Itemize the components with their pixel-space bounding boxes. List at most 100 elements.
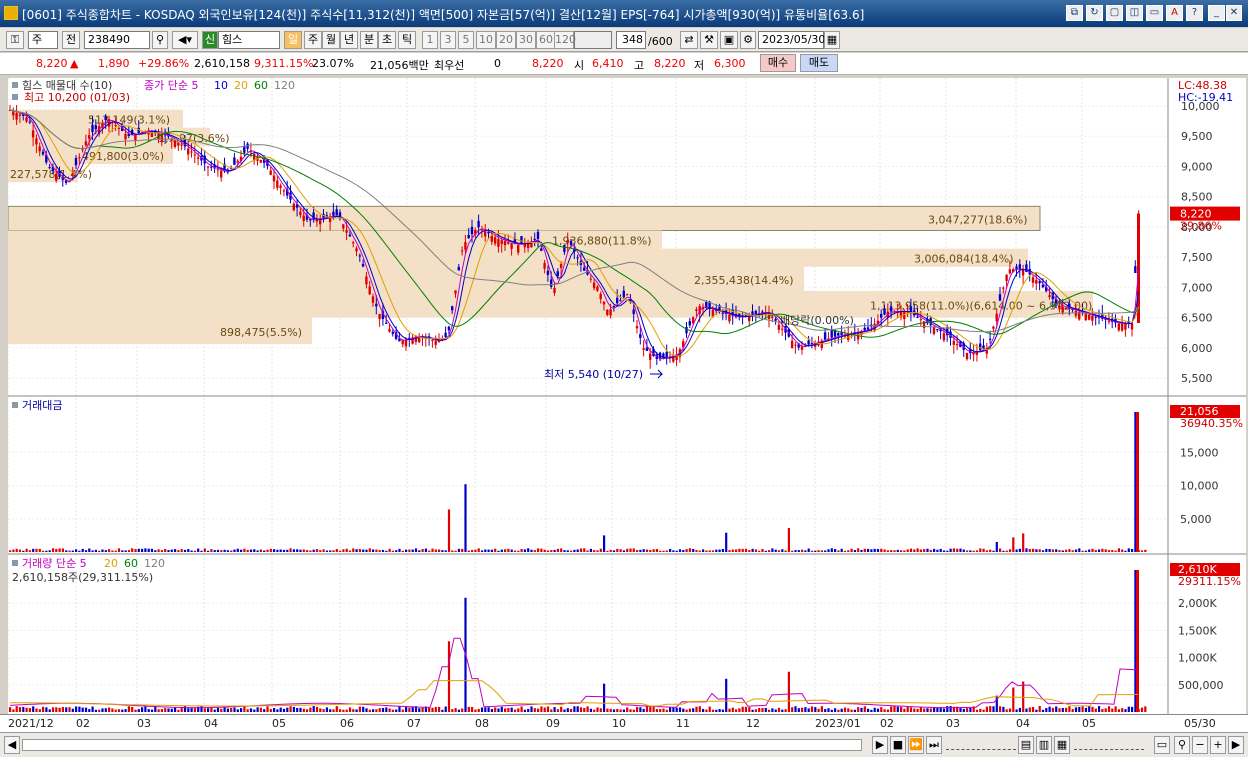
period-selector[interactable]: 주 [28, 31, 58, 49]
volume-bar [1111, 708, 1114, 712]
minus-icon[interactable]: − [1192, 736, 1208, 754]
amount-bar [65, 550, 68, 552]
close-button[interactable]: ✕ [1226, 5, 1242, 21]
play-icon[interactable]: ▶ [872, 736, 888, 754]
font-icon[interactable]: A [1166, 5, 1183, 21]
grid3-icon[interactable]: ▦ [1054, 736, 1070, 754]
x-tick-label: 11 [676, 717, 690, 730]
amount-bar [662, 550, 665, 552]
calendar-icon[interactable]: ▦ [824, 31, 840, 49]
volume-bar [566, 708, 569, 712]
minute-30-button[interactable]: 30 [516, 31, 536, 49]
minute-5-button[interactable]: 5 [458, 31, 474, 49]
grid-icon[interactable]: ▤ [1018, 736, 1034, 754]
x-tick-label: 12 [746, 717, 760, 730]
tool-icon[interactable]: ⚒ [700, 31, 718, 49]
stock-chart[interactable]: 10,0009,5009,0008,5008,0007,5007,0006,50… [8, 78, 1246, 714]
zoom-search-icon[interactable]: ⚲ [1174, 736, 1190, 754]
amount-bar [685, 549, 688, 552]
volume-bar [154, 706, 157, 712]
volume-bar [451, 709, 454, 712]
zoom-slider[interactable] [1074, 740, 1144, 750]
settings-icon[interactable]: ⚙ [740, 31, 756, 49]
interval-0-button[interactable]: 일 [284, 31, 302, 49]
volume-bar [705, 709, 708, 712]
candle-body [388, 328, 391, 332]
candle-body [781, 328, 784, 330]
volume-percent: 9,311.15% [254, 57, 314, 70]
candle-body [180, 144, 183, 146]
mode-button[interactable]: 전 [62, 31, 80, 49]
interval-2-button[interactable]: 월 [322, 31, 340, 49]
stock-code-input[interactable]: 238490 [84, 31, 150, 49]
interval-4-button[interactable]: 분 [360, 31, 378, 49]
end-icon[interactable]: ⏭ [926, 736, 942, 754]
scroll-left-icon[interactable]: ◀ [4, 736, 20, 754]
help-icon[interactable]: ? [1186, 5, 1203, 21]
grid2-icon[interactable]: ▥ [1036, 736, 1052, 754]
minute-3-button[interactable]: 3 [440, 31, 456, 49]
bar-count-input[interactable]: 348 [616, 31, 646, 49]
chart-type-icon[interactable]: ▭ [1154, 736, 1170, 754]
popup-icon[interactable]: ◫ [1126, 5, 1143, 21]
stop-icon[interactable]: ■ [890, 736, 906, 754]
link-icon[interactable]: ⧉ [1066, 5, 1083, 21]
scrollbar-track[interactable] [22, 739, 862, 751]
volume-bar [385, 707, 388, 712]
amount-bar [230, 550, 233, 552]
priority-label: 최우선 [434, 59, 465, 72]
buy-button[interactable]: 매수 [760, 54, 796, 72]
amount-bar [329, 550, 332, 552]
interval-3-button[interactable]: 년 [340, 31, 358, 49]
candle-body [1058, 305, 1061, 308]
fast-forward-icon[interactable]: ⏩ [908, 736, 924, 754]
zoom-icon[interactable]: ⇄ [680, 31, 698, 49]
volume-bar [236, 709, 239, 712]
interval-6-button[interactable]: 틱 [398, 31, 416, 49]
volume-bar [989, 706, 992, 712]
amount-bar [372, 549, 375, 552]
minute-10-button[interactable]: 10 [476, 31, 496, 49]
amount-bar [91, 550, 94, 552]
search-icon[interactable]: ⚲ [152, 31, 168, 49]
volume-bar [1028, 707, 1031, 712]
interval-1-button[interactable]: 주 [304, 31, 322, 49]
volume-bar [368, 709, 371, 712]
volume-bar [276, 709, 279, 712]
screen-icon[interactable]: ▭ [1146, 5, 1163, 21]
volume-bar [906, 706, 909, 712]
minute-20-button[interactable]: 20 [496, 31, 516, 49]
date-input[interactable]: 2023/05/30 [758, 31, 825, 49]
lock-icon[interactable]: ⚿ [6, 31, 24, 49]
unit-selector[interactable] [574, 31, 612, 49]
interval-5-button[interactable]: 초 [378, 31, 396, 49]
minute-1-button[interactable]: 1 [422, 31, 438, 49]
candle-body [761, 311, 764, 313]
minimize-button[interactable]: _ [1208, 5, 1225, 21]
volume-bar [494, 707, 497, 712]
plus-icon[interactable]: + [1210, 736, 1226, 754]
window-icon[interactable]: ▢ [1106, 5, 1123, 21]
volume-bar [263, 709, 266, 712]
scroll-right-icon[interactable]: ▶ [1228, 736, 1244, 754]
amount-bar [292, 549, 295, 552]
amount-bar [579, 548, 583, 552]
save-icon[interactable]: ▣ [720, 31, 738, 49]
sound-icon[interactable]: ◀▾ [172, 31, 198, 49]
stock-name-field[interactable]: 힘스 [218, 31, 280, 49]
amount-bar [216, 549, 220, 552]
refresh-icon[interactable]: ↻ [1086, 5, 1103, 21]
amount-bar [645, 549, 649, 552]
minute-120-button[interactable]: 120 [554, 31, 576, 49]
amount-bar [926, 548, 929, 552]
candle-body [952, 340, 955, 345]
volume-bar [141, 707, 144, 712]
minute-60-button[interactable]: 60 [536, 31, 556, 49]
amount-bar [975, 550, 979, 552]
amount-bar [556, 548, 559, 552]
amount-bar [764, 550, 767, 552]
volume-bar [1002, 706, 1005, 712]
sell-button[interactable]: 매도 [800, 54, 838, 72]
speed-slider[interactable] [946, 740, 1016, 750]
price-tick-label: 6,000 [1181, 342, 1213, 355]
